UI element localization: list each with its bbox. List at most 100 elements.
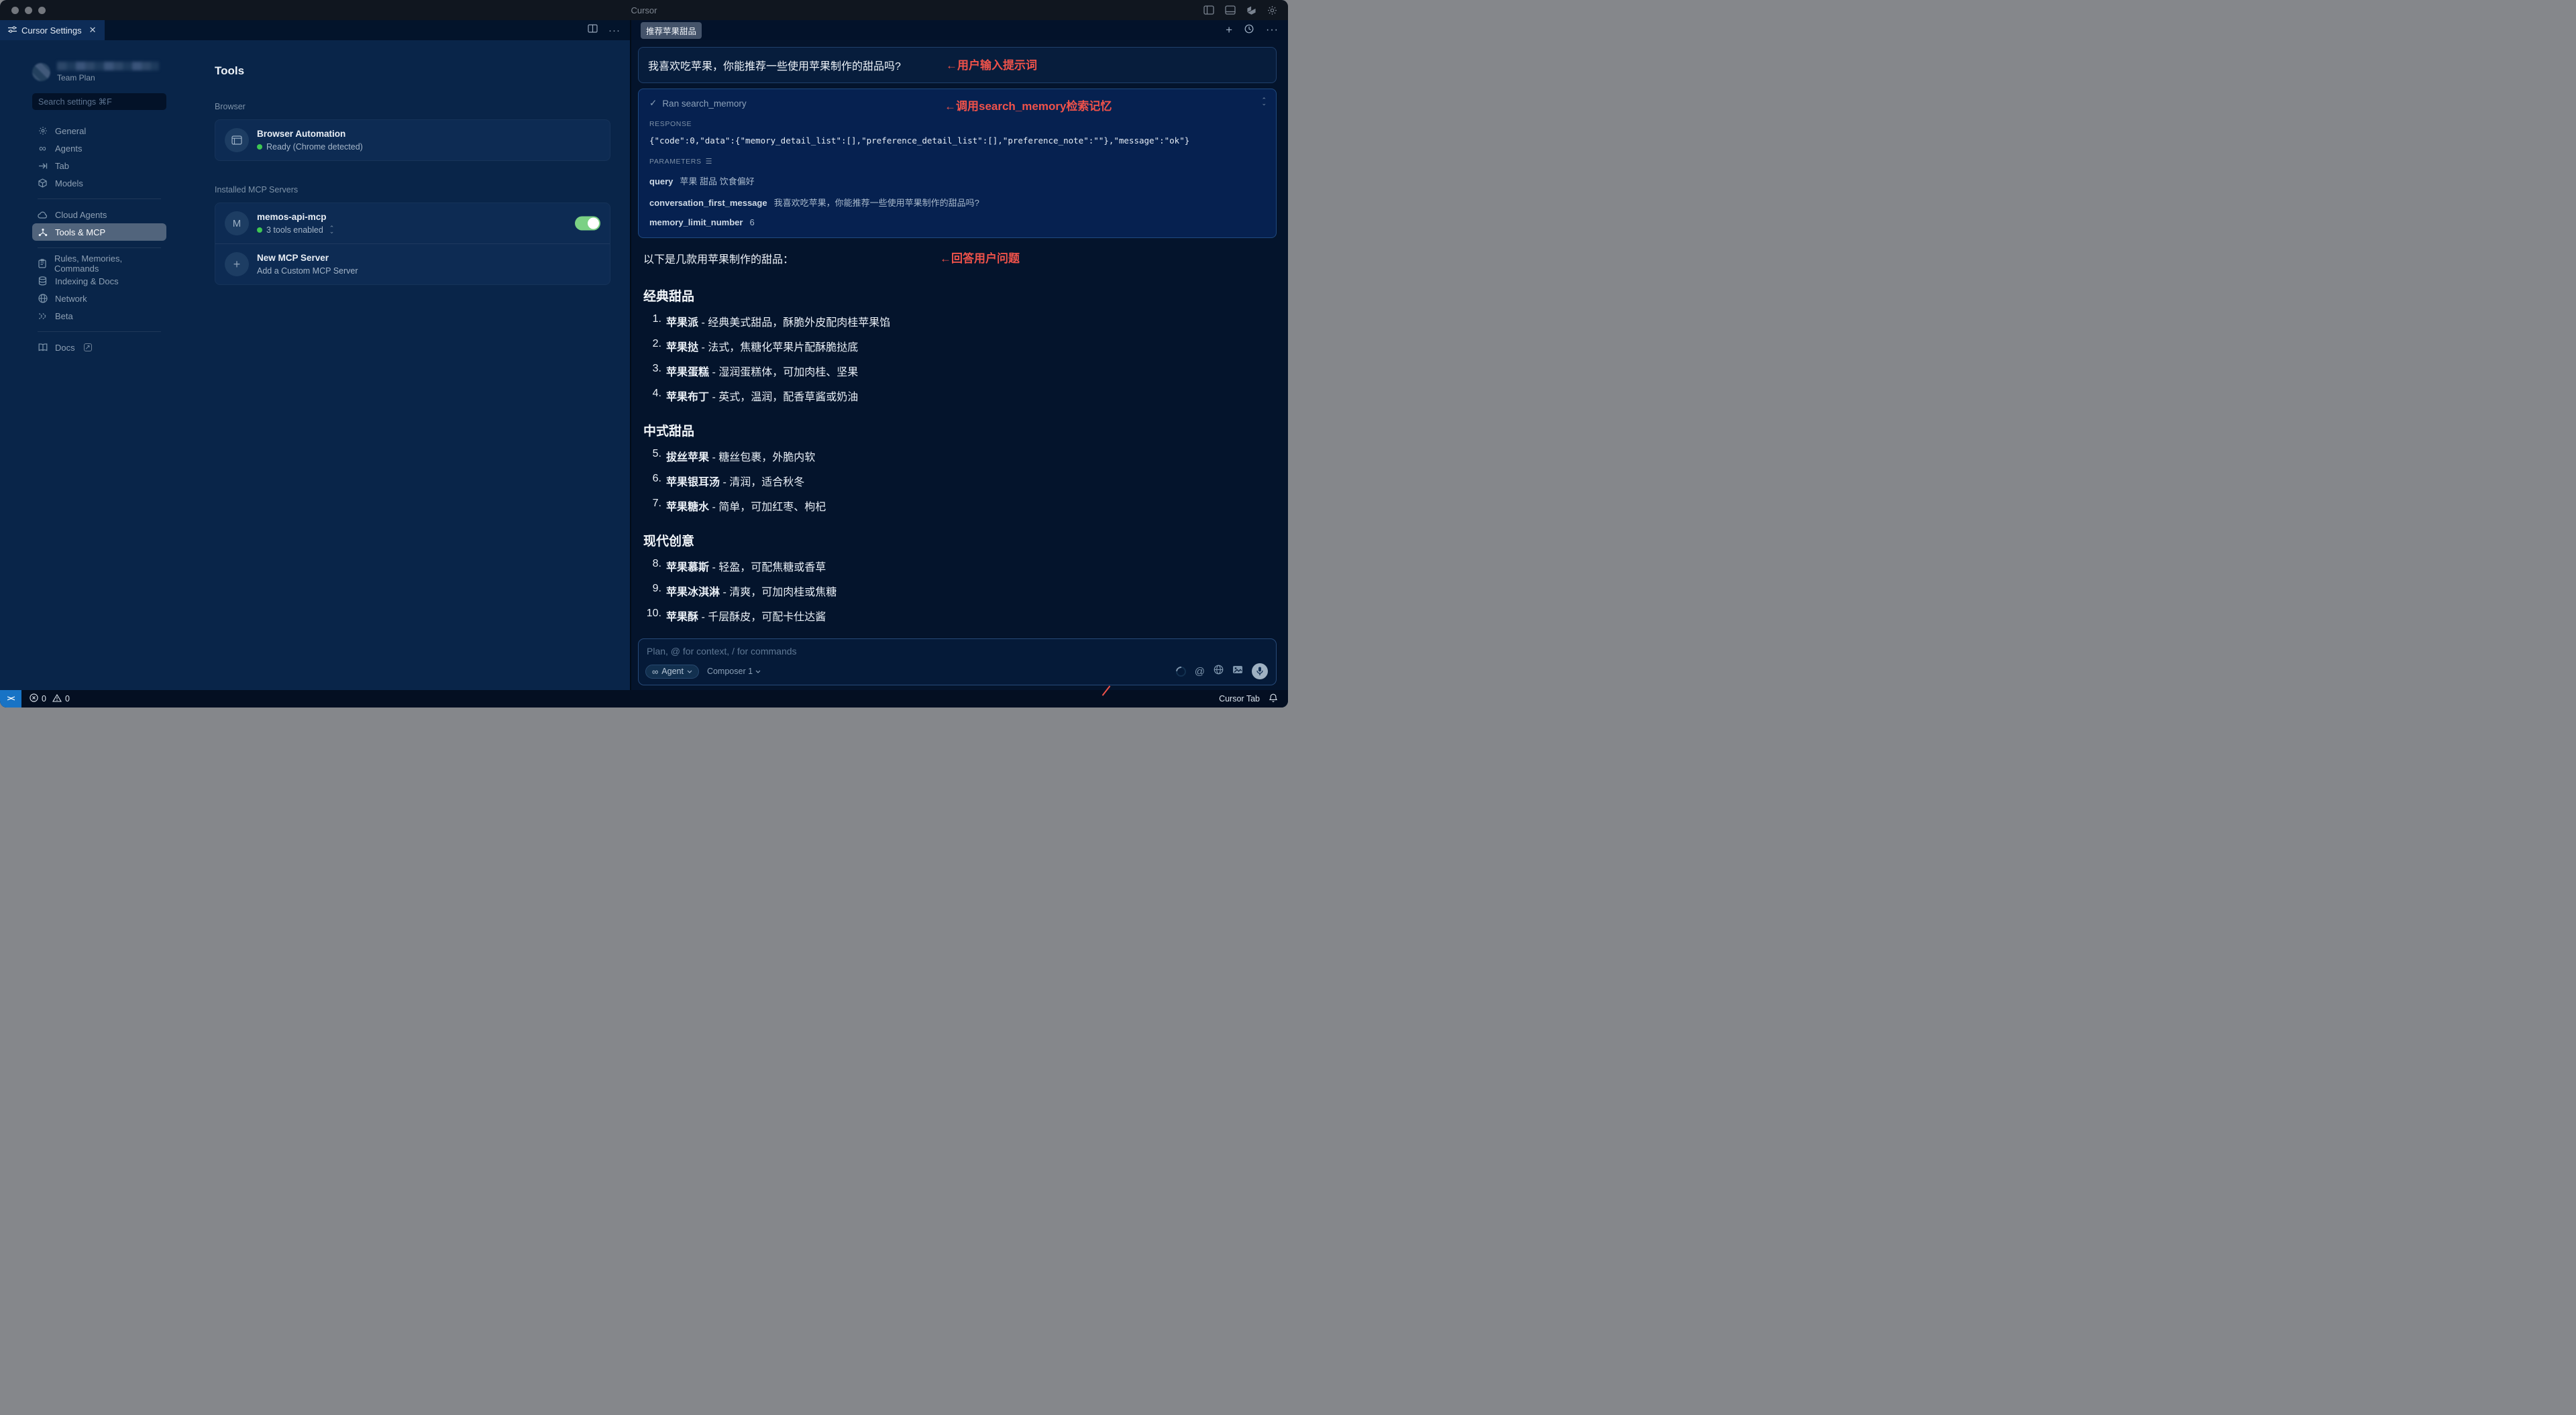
infinity-icon: ∞ [38,143,48,154]
tab-cursor-settings[interactable]: Cursor Settings ✕ [0,20,105,40]
clipboard-icon [38,259,47,268]
layout-panel-icon[interactable] [1225,5,1236,15]
infinity-icon: ∞ [652,667,658,677]
sidebar-item-label: Docs [55,343,75,353]
sidebar-item-docs[interactable]: Docs ↗ [32,339,166,356]
gear-icon[interactable] [1267,5,1277,15]
mention-icon[interactable]: @ [1195,666,1205,677]
server-name: memos-api-mcp [257,212,334,222]
param-row: conversation_first_message我喜欢吃苹果，你能推荐一些使… [649,196,1265,209]
sidebar-item-label: Tab [55,161,69,171]
sidebar-item-label: Indexing & Docs [55,276,119,286]
cube-icon [38,178,48,188]
tab-arrow-icon [38,162,48,170]
sidebar-item-beta[interactable]: Beta [32,307,166,325]
errors-count: 0 [42,694,46,703]
tool-status: Ready (Chrome detected) [266,142,363,152]
remote-indicator[interactable]: >< [0,690,21,708]
dessert-section-heading: 经典甜品 [638,286,1277,304]
sidebar-item-label: General [55,126,86,136]
sidebar-item-cloud-agents[interactable]: Cloud Agents [32,206,166,223]
dessert-item: 2.苹果挞 - 法式，焦糖化苹果片配酥脆挞底 [638,338,1277,354]
tool-title: Browser Automation [257,129,363,139]
new-mcp-server-row[interactable]: + New MCP Server Add a Custom MCP Server [215,243,610,284]
sidebar-item-general[interactable]: General [32,122,166,139]
warnings-icon [52,694,62,704]
cube-icon[interactable] [1246,5,1256,15]
annotation-answer: ←回答用户问题 [940,249,1020,266]
window-title: Cursor [0,5,1288,15]
sidebar-item-network[interactable]: Network [32,290,166,307]
layout-sidebar-icon[interactable] [1203,5,1214,15]
bell-icon[interactable] [1269,693,1277,705]
close-tab-icon[interactable]: ✕ [89,25,97,36]
account-info[interactable]: Team Plan [32,62,176,82]
check-icon: ✓ [649,98,657,109]
status-dot [257,144,262,150]
new-server-title: New MCP Server [257,253,358,263]
image-icon[interactable] [1232,665,1243,677]
sidebar-item-indexing-docs[interactable]: Indexing & Docs [32,272,166,290]
sidebar-item-agents[interactable]: ∞ Agents [32,139,166,157]
divider [38,247,161,248]
unfold-icon[interactable]: ⌃⌄ [329,227,335,233]
cloud-icon [38,211,48,219]
chat-panel: 推荐苹果甜品 + ··· 我喜欢吃苹果，你能推荐一些使用苹果制作的甜品吗? ←用… [631,20,1288,690]
agent-mode-selector[interactable]: ∞ Agent [645,665,699,679]
split-editor-icon[interactable] [588,24,598,36]
server-status[interactable]: 3 tools enabled [266,225,323,235]
param-row: query苹果 甜品 饮食偏好 [649,174,1265,187]
input-placeholder: Plan, @ for context, / for commands [647,646,1268,657]
conversation: 我喜欢吃苹果，你能推荐一些使用苹果制作的甜品吗? ←用户输入提示词 ✓ Ran … [631,40,1288,690]
mic-icon[interactable] [1252,663,1268,679]
response-label: RESPONSE [649,120,1265,128]
cursor-tab-status[interactable]: Cursor Tab [1219,694,1260,703]
account-name-redacted [57,62,159,70]
errors-icon [30,693,38,704]
dessert-section-heading: 中式甜品 [638,421,1277,439]
mcp-server-row[interactable]: M memos-api-mcp 3 tools enabled ⌃⌄ [215,203,610,243]
mcp-servers-card: M memos-api-mcp 3 tools enabled ⌃⌄ + New … [215,203,610,285]
server-enabled-toggle[interactable] [575,217,600,231]
history-icon[interactable] [1244,24,1254,37]
sidebar-item-label: Beta [55,311,73,321]
dessert-item: 6.苹果银耳汤 - 清润，适合秋冬 [638,473,1277,489]
sidebar-item-rules-memories-commands[interactable]: Rules, Memories, Commands [32,255,166,272]
web-icon[interactable] [1214,665,1224,678]
annotation-search-memory: ←调用search_memory检索记忆 [945,97,1112,113]
user-message: 我喜欢吃苹果，你能推荐一些使用苹果制作的甜品吗? ←用户输入提示词 [638,47,1277,83]
gear-icon [38,126,48,135]
unfold-icon[interactable]: ⌃⌄ [1261,99,1267,105]
editor-group: Cursor Settings ✕ ··· Team Plan [0,20,631,690]
search-settings-input[interactable]: Search settings ⌘F [32,93,166,110]
tool-call-title: Ran search_memory [662,99,746,109]
server-avatar: M [225,211,249,235]
more-actions-icon[interactable]: ··· [608,25,621,36]
response-json: {"code":0,"data":{"memory_detail_list":[… [649,135,1265,146]
browser-section-label: Browser [215,102,610,111]
new-server-subtitle: Add a Custom MCP Server [257,266,358,276]
more-icon[interactable]: ··· [1266,24,1279,36]
sliders-icon [8,25,17,36]
sidebar-item-models[interactable]: Models [32,174,166,192]
chat-tab[interactable]: 推荐苹果甜品 [641,22,702,39]
dessert-item: 1.苹果派 - 经典美式甜品，酥脆外皮配肉桂苹果馅 [638,313,1277,329]
browser-icon [225,128,249,152]
chat-header: 推荐苹果甜品 + ··· [631,20,1288,40]
dessert-item: 8.苹果慕斯 - 轻盈，可配焦糖或香草 [638,558,1277,574]
tool-call-header[interactable]: ✓ Ran search_memory ←调用search_memory检索记忆… [649,98,1265,109]
dessert-item: 7.苹果糖水 - 简单，可加红枣、枸杞 [638,498,1277,514]
sidebar-item-tab[interactable]: Tab [32,157,166,174]
problems-indicator[interactable]: 0 0 [30,693,70,704]
browser-automation-card[interactable]: Browser Automation Ready (Chrome detecte… [215,119,610,161]
account-plan: Team Plan [57,73,159,82]
composer-selector[interactable]: Composer 1 [707,667,761,676]
sidebar-item-tools-mcp[interactable]: Tools & MCP [32,223,166,241]
chat-input[interactable]: Plan, @ for context, / for commands ∞ Ag… [638,638,1277,685]
chevron-down-icon [755,670,761,673]
new-chat-icon[interactable]: + [1226,23,1232,37]
book-icon [38,343,48,351]
plus-icon: + [225,252,249,276]
dessert-item: 10.苹果酥 - 千层酥皮，可配卡仕达酱 [638,608,1277,624]
divider [38,331,161,332]
